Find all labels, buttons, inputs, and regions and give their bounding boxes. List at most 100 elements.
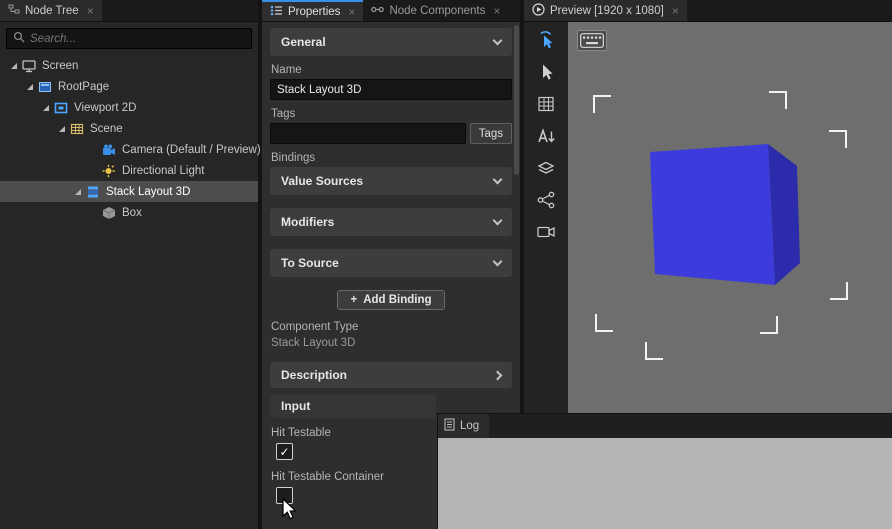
play-circle-icon xyxy=(532,2,545,19)
search-box[interactable] xyxy=(6,28,252,49)
tree-item-label: Scene xyxy=(90,122,123,135)
camera-tool-button[interactable] xyxy=(535,222,557,242)
section-title: Modifiers xyxy=(281,215,335,229)
section-title: General xyxy=(281,35,326,49)
tags-button[interactable]: Tags xyxy=(469,123,512,144)
chevron-down-icon xyxy=(492,35,503,46)
search-input[interactable] xyxy=(30,32,245,45)
tree-item-stack-layout-3d[interactable]: Stack Layout 3D xyxy=(0,181,258,202)
tab-properties[interactable]: Properties × xyxy=(262,0,364,21)
hit-testable-checkbox[interactable]: ✓ xyxy=(276,443,293,460)
bindings-label: Bindings xyxy=(271,152,316,164)
grid-tool-button[interactable] xyxy=(535,94,557,114)
tree-item-viewport-2d[interactable]: Viewport 2D xyxy=(0,97,258,118)
name-label: Name xyxy=(271,64,302,76)
viewport-icon xyxy=(53,101,69,115)
general-section-header[interactable]: General xyxy=(270,28,512,56)
log-tabbar: Log xyxy=(438,414,892,438)
tab-log[interactable]: Log xyxy=(438,414,490,438)
node-tree-panel: Node Tree × Screen R xyxy=(0,0,261,529)
stack-layout-icon xyxy=(85,185,101,199)
screen-icon xyxy=(21,59,37,73)
sort-alpha-tool-button[interactable] xyxy=(535,126,557,146)
add-binding-button[interactable]: + Add Binding xyxy=(337,290,445,310)
node-tree-tabbar: Node Tree × xyxy=(0,0,258,22)
tags-button-label: Tags xyxy=(478,127,503,140)
mouse-cursor xyxy=(281,497,301,527)
expander-icon[interactable] xyxy=(6,62,21,69)
preview-toolbar xyxy=(524,22,568,413)
hit-testable-container-label: Hit Testable Container xyxy=(271,471,384,483)
tree-item-camera[interactable]: Camera (Default / Preview) xyxy=(0,139,261,160)
tree-item-scene[interactable]: Scene xyxy=(0,118,258,139)
log-panel: Log xyxy=(437,413,892,529)
tab-label: Log xyxy=(460,420,480,432)
tree-item-label: Camera (Default / Preview) xyxy=(122,143,261,156)
tree-item-label: Stack Layout 3D xyxy=(106,185,191,198)
node-components-icon xyxy=(371,4,385,18)
section-title: Input xyxy=(281,399,311,413)
checkmark-icon: ✓ xyxy=(279,444,290,459)
section-title: To Source xyxy=(281,256,339,270)
properties-scrollbar[interactable] xyxy=(514,25,519,175)
name-input[interactable] xyxy=(270,79,512,100)
tags-label: Tags xyxy=(271,108,296,120)
layers-tool-button[interactable] xyxy=(535,158,557,178)
close-icon[interactable]: × xyxy=(493,5,500,17)
modifiers-header[interactable]: Modifiers xyxy=(270,208,512,236)
tags-input[interactable] xyxy=(270,123,466,144)
properties-icon xyxy=(270,5,283,19)
to-source-header[interactable]: To Source xyxy=(270,249,512,277)
preview-tabbar: Preview [1920 x 1080] × xyxy=(524,0,892,22)
scene-3d-render xyxy=(593,91,848,360)
hit-testable-label: Hit Testable xyxy=(271,427,331,439)
description-section-header[interactable]: Description xyxy=(270,362,512,388)
chevron-right-icon xyxy=(492,370,503,380)
log-content-area[interactable] xyxy=(438,438,892,529)
preview-viewport[interactable] xyxy=(568,22,892,413)
select-tool-button[interactable] xyxy=(535,62,557,82)
tree-item-box[interactable]: Box xyxy=(0,202,258,223)
value-sources-header[interactable]: Value Sources xyxy=(270,167,512,195)
add-binding-label: Add Binding xyxy=(363,294,432,306)
tab-label: Node Tree xyxy=(25,4,79,17)
expander-icon[interactable] xyxy=(22,83,37,90)
section-title: Description xyxy=(281,368,348,382)
input-section-header[interactable]: Input xyxy=(270,394,436,418)
tree-item-directional-light[interactable]: Directional Light xyxy=(0,160,258,181)
tree-item-label: Viewport 2D xyxy=(74,101,137,114)
page-icon xyxy=(37,80,53,94)
tree-item-rootpage[interactable]: RootPage xyxy=(0,76,258,97)
section-title: Value Sources xyxy=(281,174,364,188)
tree-item-label: Screen xyxy=(42,59,79,72)
box-icon xyxy=(101,206,117,220)
expander-icon[interactable] xyxy=(54,125,69,132)
close-icon[interactable]: × xyxy=(87,5,94,17)
light-icon xyxy=(101,164,117,178)
tab-preview[interactable]: Preview [1920 x 1080] × xyxy=(524,0,687,21)
camera-node-icon xyxy=(101,143,117,157)
node-tree-icon xyxy=(8,4,20,18)
chevron-down-icon xyxy=(492,215,503,226)
close-icon[interactable]: × xyxy=(348,6,355,18)
log-document-icon xyxy=(444,418,455,434)
tab-node-tree[interactable]: Node Tree × xyxy=(0,0,102,21)
tree-item-screen[interactable]: Screen xyxy=(0,55,258,76)
properties-tabbar: Properties × Node Components × xyxy=(262,0,520,22)
component-type-label: Component Type xyxy=(271,321,359,333)
expander-icon[interactable] xyxy=(38,104,53,111)
plus-icon: + xyxy=(350,294,358,306)
node-graph-tool-button[interactable] xyxy=(535,190,557,210)
chevron-down-icon xyxy=(492,174,503,185)
close-icon[interactable]: × xyxy=(672,5,679,17)
tab-label: Node Components xyxy=(389,4,486,17)
search-icon xyxy=(13,30,25,48)
cube-3d-object[interactable] xyxy=(650,144,800,285)
expander-icon[interactable] xyxy=(70,188,85,195)
scene-icon xyxy=(69,122,85,136)
preview-panel: Preview [1920 x 1080] × xyxy=(524,0,892,413)
tab-node-components[interactable]: Node Components × xyxy=(363,0,508,21)
interact-tool-button[interactable] xyxy=(535,30,557,50)
tab-label: Properties xyxy=(288,5,341,18)
app-window: Node Tree × Screen R xyxy=(0,0,892,529)
